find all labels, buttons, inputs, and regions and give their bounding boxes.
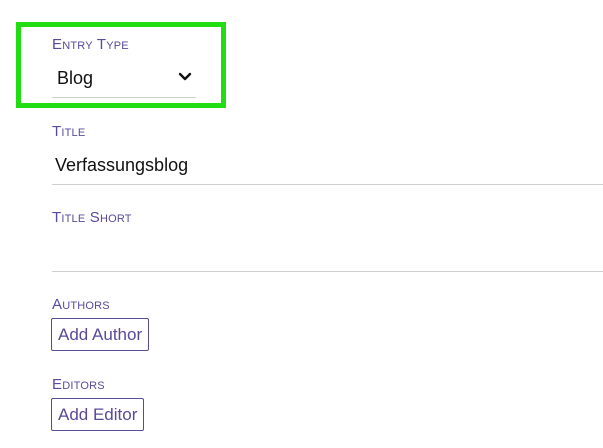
add-author-button[interactable]: Add Author <box>51 318 150 351</box>
entry-type-label: Entry Type <box>52 36 129 53</box>
chevron-down-icon <box>178 72 192 81</box>
entry-type-select[interactable]: Blog <box>52 60 196 98</box>
title-input-value: Verfassungsblog <box>55 155 189 175</box>
title-short-label: Title Short <box>52 209 132 226</box>
title-label: Title <box>52 123 86 140</box>
authors-label: Authors <box>52 296 110 313</box>
add-editor-button[interactable]: Add Editor <box>51 398 145 431</box>
editors-label: Editors <box>52 376 105 393</box>
title-short-input[interactable] <box>52 232 603 272</box>
entry-type-selected-value: Blog <box>57 68 94 88</box>
title-input[interactable]: Verfassungsblog <box>52 145 603 185</box>
